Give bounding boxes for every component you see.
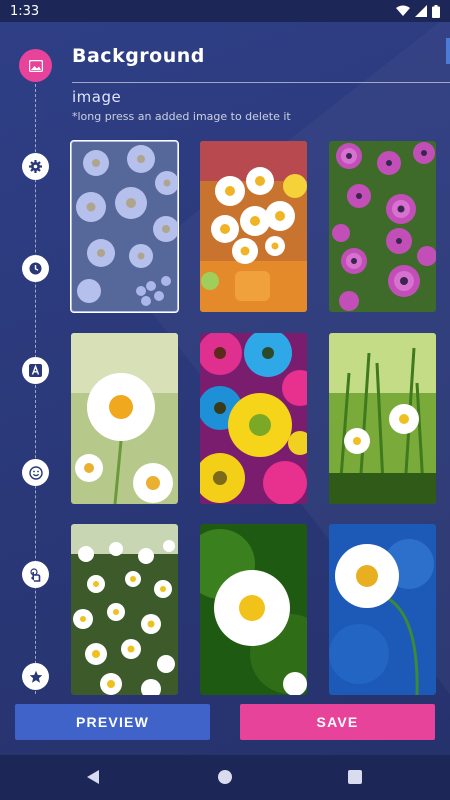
- clock-icon: [29, 262, 42, 275]
- rail-touch-button[interactable]: [22, 561, 49, 588]
- page-title: Background: [72, 45, 205, 67]
- save-button[interactable]: SAVE: [240, 704, 435, 740]
- gallery-image-purple-flowers[interactable]: [329, 141, 436, 312]
- rail-image-button[interactable]: [19, 49, 52, 82]
- gallery-image-daisy-on-green[interactable]: [200, 524, 307, 695]
- image-purple-flowers: [329, 141, 436, 312]
- gallery-image-single-daisy[interactable]: [71, 333, 178, 504]
- gallery-image-colorful-gerberas[interactable]: [200, 333, 307, 504]
- gallery-image-daisy-on-blue[interactable]: [329, 524, 436, 695]
- scroll-indicator: [446, 38, 450, 64]
- navigation-bar: [0, 755, 450, 800]
- image-daisy-bouquet: [200, 141, 307, 312]
- emoji-icon: [28, 465, 43, 480]
- gallery-image-daisy-bouquet[interactable]: [200, 141, 307, 312]
- back-icon[interactable]: [86, 769, 100, 785]
- battery-icon: [432, 4, 440, 18]
- image-daisies-in-grass: [329, 333, 436, 504]
- image-icon: [28, 59, 43, 72]
- gallery-image-white-daisies[interactable]: [70, 140, 179, 313]
- rail-text-button[interactable]: [22, 357, 49, 384]
- image-daisy-on-blue: [329, 524, 436, 695]
- home-icon[interactable]: [218, 770, 232, 784]
- rail-clock-button[interactable]: [22, 255, 49, 282]
- gallery-image-daisies-in-grass[interactable]: [329, 333, 436, 504]
- recent-apps-icon[interactable]: [348, 770, 362, 784]
- section-label: image: [72, 88, 122, 106]
- status-bar: 1:33: [0, 0, 450, 22]
- image-colorful-gerberas: [200, 333, 307, 504]
- status-time: 1:33: [10, 3, 40, 19]
- status-icons: [396, 4, 440, 18]
- signal-icon: [415, 5, 427, 17]
- title-divider: [72, 82, 450, 83]
- text-icon: [29, 364, 42, 377]
- rail-star-button[interactable]: [22, 663, 49, 690]
- preview-button[interactable]: PREVIEW: [15, 704, 210, 740]
- wifi-icon: [396, 5, 410, 16]
- touch-icon: [30, 567, 41, 582]
- image-single-daisy: [71, 333, 178, 504]
- rail-emoji-button[interactable]: [22, 459, 49, 486]
- star-icon: [29, 670, 42, 683]
- rail-settings-button[interactable]: [22, 153, 49, 180]
- hint-text: *long press an added image to delete it: [72, 110, 291, 123]
- image-daisy-on-green: [200, 524, 307, 695]
- image-daisy-field: [71, 524, 178, 695]
- gear-icon: [29, 160, 42, 173]
- gallery-image-daisy-field[interactable]: [71, 524, 178, 695]
